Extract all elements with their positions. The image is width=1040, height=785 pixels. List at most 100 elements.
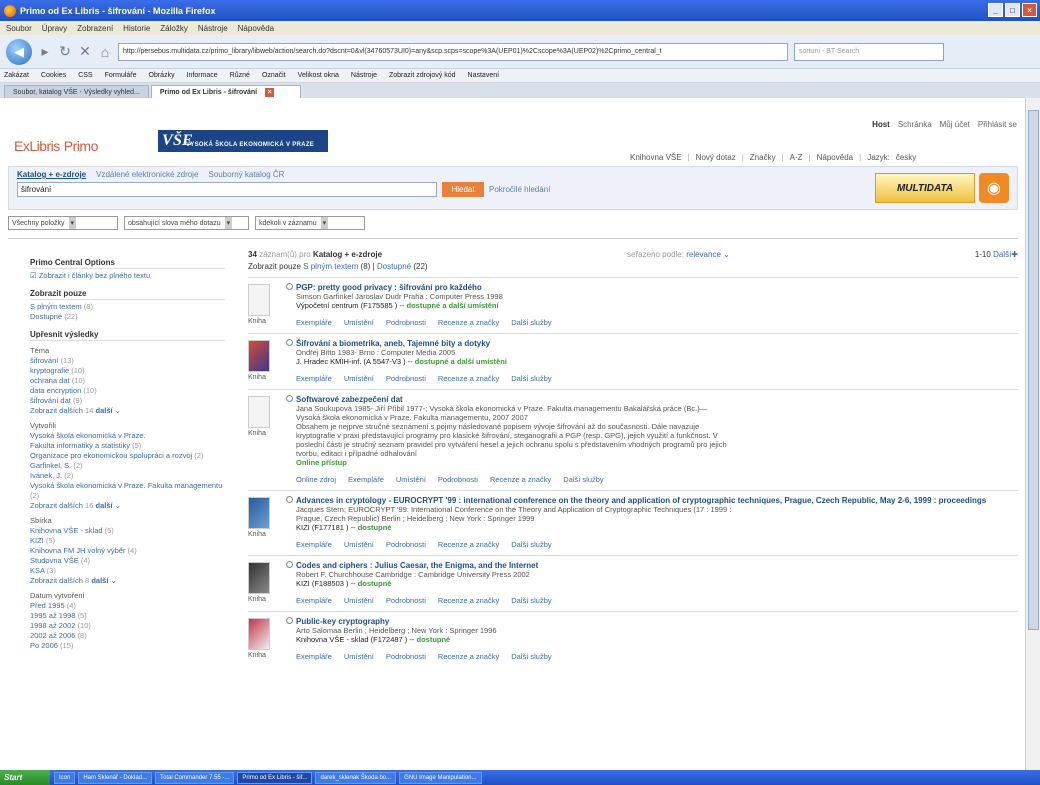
facet-item[interactable]: Garfinkel, S. (2) [30,461,225,471]
select-record-radio[interactable] [286,561,293,568]
menu-help[interactable]: Nápověda [238,24,274,33]
web-search-input[interactable]: sortuni - BT Search [794,42,944,61]
exlibris-logo[interactable]: ExLibris Primo [10,132,98,159]
record-action-tab[interactable]: Podrobnosti [386,318,426,327]
record-action-tab[interactable]: Podrobnosti [386,540,426,549]
facet-item[interactable]: Po 2006 (15) [30,641,225,651]
record-action-tab[interactable]: Recenze a značky [438,652,499,661]
menu-tools[interactable]: Nástroje [198,24,228,33]
vertical-scrollbar[interactable] [1025,98,1040,770]
back-button[interactable]: ◀ [6,38,32,65]
toolbar-disable[interactable]: Zakázat [4,72,29,79]
forward-icon[interactable]: ▸ [38,43,52,60]
cover-thumbnail[interactable] [248,618,270,650]
record-action-tab[interactable]: Exempláře [296,596,332,605]
record-title[interactable]: Softwarové zabezpečení dat [296,395,1018,404]
toolbar-images[interactable]: Obrázky [149,72,175,79]
taskbar-window-button[interactable]: Ham Sklenář - Doklad... [78,771,153,784]
online-access-link[interactable]: Online přístup [296,458,1018,467]
vse-logo[interactable]: VŠE VYSOKÁ ŠKOLA EKONOMICKÁ V PRAZE [158,130,328,152]
record-action-tab[interactable]: Umístění [396,475,426,484]
facet-item[interactable]: 2002 až 2006 (8) [30,631,225,641]
show-only-fulltext[interactable]: S plným textem [303,262,358,271]
availability-status[interactable]: dostupné a další umístění [406,301,498,310]
menu-edit[interactable]: Úpravy [42,24,67,33]
nav-tags[interactable]: Značky [750,153,776,162]
record-action-tab[interactable]: Online zdroj [296,475,336,484]
advanced-search-link[interactable]: Pokročilé hledání [489,185,550,194]
record-action-tab[interactable]: Recenze a značky [438,318,499,327]
show-more-link[interactable]: Zobrazit dalších 16 další ⌄ [30,501,225,511]
taskbar-window-button[interactable]: GNU Image Manipulation... [399,771,482,784]
toolbar-forms[interactable]: Formuláře [105,72,137,79]
url-bar[interactable]: http://persebus.multidata.cz/primo_libra… [118,42,788,61]
tab-catalog[interactable]: Soubor, katalog VŠE - Výsledky vyhled... [4,85,149,98]
record-action-tab[interactable]: Podrobnosti [438,475,478,484]
toolbar-view-source[interactable]: Zobrazit zdrojový kód [389,72,456,79]
rss-icon[interactable]: ◉ [979,173,1009,203]
availability-status[interactable]: dostupné [416,635,450,644]
show-more-link[interactable]: Zobrazit dalších 14 další ⌄ [30,406,225,416]
reload-icon[interactable]: ↻ [58,43,72,60]
search-input[interactable]: šifrování [17,182,437,197]
primo-central-link[interactable]: Zobrazit i články bez plného textu [39,271,150,280]
record-action-tab[interactable]: Podrobnosti [386,596,426,605]
record-action-tab[interactable]: Exempláře [296,318,332,327]
taskbar-window-button[interactable]: Icon [54,771,76,784]
facet-item[interactable]: ochrana dat (10) [30,376,225,386]
record-action-tab[interactable]: Exempláře [296,540,332,549]
facet-item[interactable]: Knihovna FM JH volný výběr (4) [30,546,225,556]
toolbar-css[interactable]: CSS [78,72,92,79]
facet-item[interactable]: Vysoká škola ekonomická v Praze. Fakulta… [30,481,225,501]
facet-item[interactable]: Ivánek, J. (2) [30,471,225,481]
nav-library[interactable]: Knihovna VŠE [630,153,682,162]
record-action-tab[interactable]: Podrobnosti [386,652,426,661]
facet-available[interactable]: Dostupné (22) [30,312,225,322]
nav-new-query[interactable]: Nový dotaz [696,153,736,162]
scope-tab-union[interactable]: Souborný katalog ČR [208,170,284,179]
record-action-tab[interactable]: Exempláře [296,374,332,383]
toolbar-resize[interactable]: Velikost okna [298,72,339,79]
my-account-link[interactable]: Můj účet [940,120,970,129]
availability-status[interactable]: dostupné [358,579,392,588]
record-action-tab[interactable]: Recenze a značky [438,374,499,383]
record-title[interactable]: PGP: pretty good privacy : šifrování pro… [296,283,1018,292]
maximize-button[interactable]: □ [1005,3,1020,17]
toolbar-tools[interactable]: Nástroje [351,72,377,79]
scope-tab-remote[interactable]: Vzdálené elektronické zdroje [96,170,198,179]
facet-item[interactable]: data encryption (10) [30,386,225,396]
record-action-tab[interactable]: Další služby [563,475,603,484]
facet-item[interactable]: kryptografie (10) [30,366,225,376]
record-action-tab[interactable]: Další služby [511,318,551,327]
home-icon[interactable]: ⌂ [98,44,112,60]
record-action-tab[interactable]: Recenze a značky [438,596,499,605]
facet-item[interactable]: Knihovna VŠE - sklad (5) [30,526,225,536]
cover-thumbnail[interactable] [248,497,270,529]
primo-central-checkbox[interactable]: ☑ Zobrazit i články bez plného textu [30,271,225,281]
cover-thumbnail[interactable] [248,340,270,372]
record-action-tab[interactable]: Recenze a značky [438,540,499,549]
chevron-down-icon[interactable]: ⌄ [108,576,116,585]
select-record-radio[interactable] [286,617,293,624]
select-record-radio[interactable] [286,395,293,402]
availability-status[interactable]: dostupné [358,523,392,532]
toolbar-misc[interactable]: Různé [230,72,250,79]
record-action-tab[interactable]: Exempláře [296,652,332,661]
menu-history[interactable]: Historie [123,24,150,33]
login-link[interactable]: Přihlásit se [978,120,1017,129]
toolbar-cookies[interactable]: Cookies [41,72,66,79]
menu-bookmarks[interactable]: Záložky [160,24,188,33]
nav-help[interactable]: Nápověda [817,153,853,162]
scroll-thumb[interactable] [1028,110,1039,630]
availability-status[interactable]: dostupné a další umístění [415,357,507,366]
facet-item[interactable]: 1998 až 2002 (10) [30,621,225,631]
cover-thumbnail[interactable] [248,396,270,428]
toolbar-outline[interactable]: Označit [262,72,286,79]
cover-thumbnail[interactable] [248,284,270,316]
multidata-logo[interactable]: MULTIDATA [875,173,975,203]
record-action-tab[interactable]: Umístění [344,652,374,661]
facet-item[interactable]: KIZI (5) [30,536,225,546]
toolbar-options[interactable]: Nastavení [468,72,500,79]
record-action-tab[interactable]: Recenze a značky [490,475,551,484]
toolbar-information[interactable]: Informace [187,72,218,79]
